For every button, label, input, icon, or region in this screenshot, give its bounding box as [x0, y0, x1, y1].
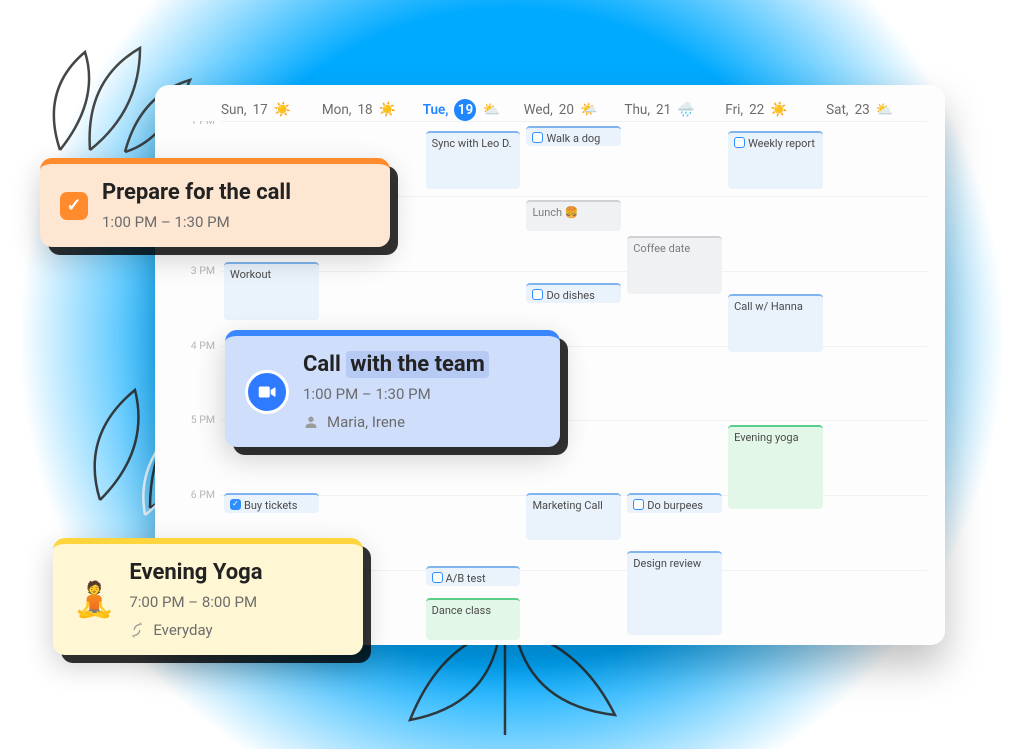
time-label: 6 PM [191, 488, 215, 501]
card-title: Evening Yoga [129, 560, 262, 585]
event-do-burpees[interactable]: Do burpees [627, 493, 722, 513]
event-evening-yoga[interactable]: Evening yoga [728, 425, 823, 509]
checkbox-icon [734, 137, 745, 148]
card-time: 7:00 PM – 8:00 PM [129, 593, 257, 611]
event-ab-test[interactable]: A/B test [426, 566, 521, 586]
day-header[interactable]: Sun, 17 ☀️ [221, 99, 322, 121]
person-icon [303, 414, 319, 430]
event-walk-dog[interactable]: Walk a dog [526, 126, 621, 146]
day-dow: Sat, [826, 102, 848, 118]
card-time: 1:00 PM – 1:30 PM [102, 213, 230, 231]
yoga-icon: 🧘 [73, 580, 115, 620]
day-header[interactable]: Mon, 18 ☀️ [322, 99, 423, 121]
checkbox-icon [432, 572, 443, 583]
day-header[interactable]: Sat, 23 ⛅ [826, 99, 927, 121]
day-number: 17 [253, 102, 268, 118]
card-repeat: Everyday [153, 621, 212, 639]
day-number: 19 [454, 99, 476, 121]
day-dow: Mon, [322, 102, 352, 118]
weather-icon: 🌤️ [580, 102, 597, 118]
card-time: 1:00 PM – 1:30 PM [303, 385, 431, 403]
day-number: 18 [357, 102, 372, 118]
day-header[interactable]: Fri, 22 ☀️ [725, 99, 826, 121]
event-workout[interactable]: Workout [224, 262, 319, 320]
event-call-hanna[interactable]: Call w/ Hanna [728, 294, 823, 352]
event-do-dishes[interactable]: Do dishes [526, 283, 621, 303]
weather-icon: ⛅ [876, 102, 893, 118]
card-people: Maria, Irene [327, 413, 405, 431]
day-header[interactable]: Thu, 21 🌧️ [624, 99, 725, 121]
time-label: 4 PM [191, 339, 215, 352]
time-label: 3 PM [191, 264, 215, 277]
weather-icon: ☀️ [274, 102, 291, 118]
card-title: Prepare for the call [102, 180, 291, 205]
day-number: 20 [559, 102, 574, 118]
event-weekly-report[interactable]: Weekly report [728, 131, 823, 189]
day-number: 22 [749, 102, 764, 118]
day-number: 21 [656, 102, 671, 118]
day-dow: Wed, [524, 102, 553, 118]
card-prepare-call[interactable]: ✓ Prepare for the call 1:00 PM – 1:30 PM [40, 158, 390, 247]
day-dow: Thu, [624, 102, 650, 118]
zoom-icon [245, 370, 289, 414]
day-header[interactable]: Tue, 19 ⛅ [423, 99, 524, 121]
day-dow: Sun, [221, 102, 247, 118]
checkbox-icon [230, 499, 241, 510]
event-design-review[interactable]: Design review [627, 551, 722, 635]
checkbox-icon [532, 289, 543, 300]
time-label: 5 PM [191, 413, 215, 426]
event-lunch[interactable]: Lunch 🍔 [526, 200, 621, 231]
event-sync-leo[interactable]: Sync with Leo D. [426, 131, 521, 189]
event-marketing-call[interactable]: Marketing Call [526, 493, 621, 540]
weather-icon: ☀️ [770, 102, 787, 118]
day-dow: Fri, [725, 102, 743, 118]
card-call-team[interactable]: Call with the team 1:00 PM – 1:30 PM Mar… [225, 330, 560, 447]
checkbox-icon [532, 132, 543, 143]
event-dance-class[interactable]: Dance class [426, 598, 521, 640]
time-label: 1 PM [191, 121, 215, 127]
card-evening-yoga[interactable]: 🧘 Evening Yoga 7:00 PM – 8:00 PM Everyda… [53, 538, 363, 655]
event-buy-tickets[interactable]: Buy tickets [224, 493, 319, 513]
weather-icon: ☀️ [379, 102, 396, 118]
checkbox-icon [633, 499, 644, 510]
event-coffee-date[interactable]: Coffee date [627, 236, 722, 294]
day-dow: Tue, [423, 102, 449, 118]
weather-icon: ⛅ [482, 102, 499, 118]
repeat-icon [129, 622, 145, 638]
card-title: Call with the team [303, 352, 489, 377]
checkbox-checked-icon[interactable]: ✓ [60, 192, 88, 220]
day-header[interactable]: Wed, 20 🌤️ [524, 99, 625, 121]
day-number: 23 [855, 102, 870, 118]
weather-icon: 🌧️ [677, 102, 694, 118]
